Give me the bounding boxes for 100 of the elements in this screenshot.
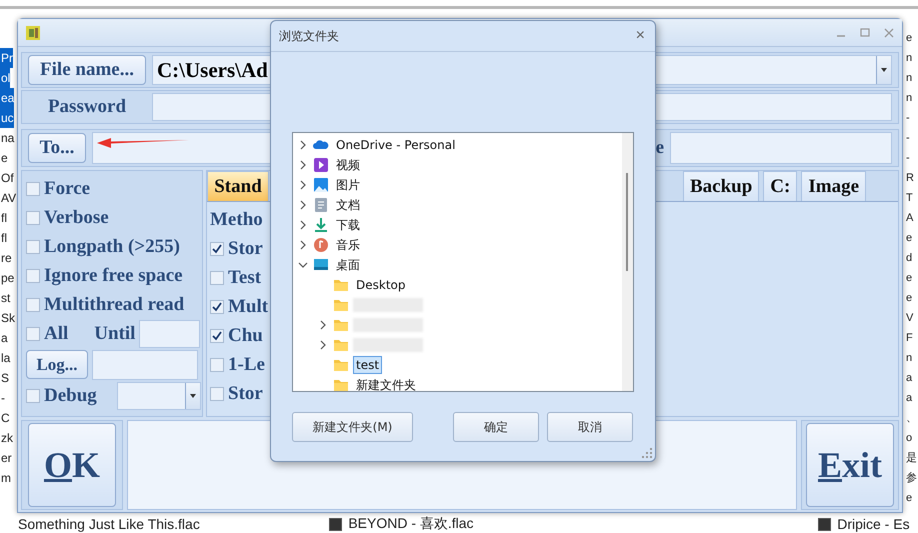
checkbox[interactable]	[210, 242, 224, 256]
tree-item[interactable]: Desktop	[353, 276, 408, 294]
tree-item[interactable]: OneDrive - Personal	[333, 136, 458, 154]
music-icon	[313, 237, 329, 253]
tree-item[interactable]: 新建文件夹	[353, 374, 419, 396]
file-list-text: -	[0, 390, 5, 407]
file-list-text: 、	[905, 411, 917, 426]
file-list-text: na	[0, 130, 14, 147]
checkbox[interactable]	[26, 210, 40, 224]
file-list-text: C	[0, 410, 10, 427]
dropdown-button[interactable]	[876, 56, 891, 84]
option-label: Longpath (>255)	[44, 236, 180, 258]
file-name-value: C:\Users\Ad	[157, 58, 268, 82]
file-list-text: n	[905, 91, 912, 106]
file-list-text: uc	[0, 108, 14, 128]
file-list-text: e	[905, 31, 912, 46]
checkbox[interactable]	[210, 358, 224, 372]
file-list-text: e	[905, 291, 912, 306]
method-label: Metho	[210, 208, 263, 232]
file-name-button[interactable]: File name...	[28, 55, 146, 85]
option-label: Mult	[228, 296, 268, 318]
to-button[interactable]: To...	[28, 133, 86, 163]
file-list-text: 是	[905, 451, 917, 466]
tab[interactable]: Image	[801, 171, 866, 201]
resize-grip-icon[interactable]	[642, 448, 652, 458]
checkbox[interactable]	[26, 388, 40, 402]
option-label: Chu	[228, 324, 263, 346]
checkbox[interactable]	[210, 300, 224, 314]
file-list-text: AV	[0, 190, 16, 207]
checkbox[interactable]	[26, 240, 40, 254]
file-list-text: e	[905, 271, 912, 286]
tree-item[interactable]: 文档	[333, 194, 363, 216]
caret-icon	[190, 394, 196, 398]
close-button[interactable]: ×	[634, 27, 647, 45]
tree-item[interactable]: 视频	[333, 154, 363, 176]
option-label: Force	[44, 178, 90, 200]
dialog-button[interactable]: 取消	[547, 412, 633, 442]
exit-button[interactable]: Exit	[806, 423, 894, 507]
option-label: Stor	[228, 382, 263, 404]
log-field[interactable]	[92, 350, 198, 380]
file-list-text: Of	[0, 170, 14, 187]
option-label: Test	[228, 266, 262, 288]
option-label: All	[44, 322, 68, 344]
video-icon	[313, 157, 329, 173]
file-list-text: m	[0, 470, 11, 487]
download-icon	[313, 217, 329, 233]
tree-item[interactable]: 图片	[333, 174, 363, 196]
text-field[interactable]	[670, 132, 892, 164]
password-label: Password	[48, 96, 126, 118]
caret-icon	[881, 68, 887, 72]
file-list-text: Pr	[0, 48, 13, 68]
tree-item[interactable]: test	[353, 356, 382, 374]
tree-item[interactable]: 下载	[333, 214, 363, 236]
file-list-text: -	[905, 131, 910, 146]
file-list-text: n	[905, 51, 912, 66]
until-field[interactable]	[139, 320, 200, 348]
close-icon[interactable]	[884, 28, 894, 38]
file-list-text: n	[905, 351, 912, 366]
file-list-text: fl	[0, 230, 7, 247]
file-list-text: la	[0, 350, 10, 367]
maximize-icon[interactable]	[860, 28, 870, 38]
file-list-text: e	[905, 231, 912, 246]
folder-icon	[333, 377, 349, 393]
scrollbar[interactable]	[622, 133, 633, 391]
file-icon	[818, 518, 832, 530]
picture-icon	[313, 177, 329, 193]
checkbox[interactable]	[210, 386, 224, 400]
checkbox[interactable]	[26, 326, 40, 340]
ok-button[interactable]: OK	[28, 423, 116, 507]
file-list-text: pe	[0, 270, 14, 287]
checkbox[interactable]	[26, 182, 40, 196]
tree-item[interactable]: 桌面	[333, 254, 363, 276]
checkbox[interactable]	[26, 268, 40, 282]
file-list-text: e	[905, 491, 912, 506]
file-list-text: er	[0, 450, 12, 467]
folder-icon	[333, 277, 349, 293]
option-label: Stor	[228, 238, 263, 260]
option-label: Verbose	[44, 206, 109, 228]
desktop-icon	[313, 257, 329, 273]
file-list-text: re	[0, 250, 12, 267]
file-list-text: -	[905, 111, 910, 126]
tab[interactable]: Stand	[207, 171, 269, 201]
file-list-text: ol	[0, 68, 10, 88]
tab[interactable]: Backup	[682, 171, 760, 201]
option-label: Debug	[44, 384, 97, 406]
tree-item[interactable]: 音乐	[333, 234, 363, 256]
file-list-text: Sk	[0, 310, 16, 327]
file-list-text: 参	[905, 471, 917, 486]
folder-icon	[333, 337, 349, 353]
file-list-text: V	[905, 311, 914, 326]
dropdown-button[interactable]	[184, 382, 200, 408]
log-button[interactable]: Log...	[26, 350, 88, 379]
checkbox[interactable]	[210, 270, 224, 284]
file-list-text: F	[905, 331, 913, 346]
dialog-button[interactable]: 确定	[453, 412, 539, 442]
checkbox[interactable]	[26, 298, 40, 312]
tab[interactable]: C:	[763, 171, 798, 201]
dialog-button[interactable]: 新建文件夹(M)	[292, 412, 413, 442]
checkbox[interactable]	[210, 328, 224, 342]
file-list-text: -	[905, 151, 910, 166]
